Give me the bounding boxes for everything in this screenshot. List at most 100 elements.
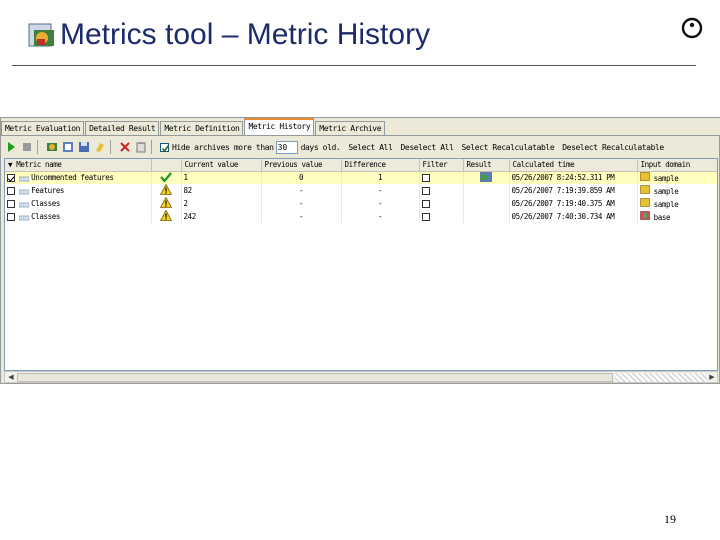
tab-bar: Metric Evaluation Detailed Result Metric… — [1, 118, 720, 136]
column-header-difference[interactable]: Difference — [341, 159, 420, 172]
sample-domain-icon — [639, 184, 650, 196]
column-header-metric-name[interactable]: ▼ Metric name — [5, 159, 152, 172]
current-value-cell: 2 — [181, 196, 262, 210]
calculated-time-cell: 05/26/2007 7:40:30.734 AM — [509, 209, 638, 223]
table-row[interactable]: Classes 242- -05/26/2007 7:40:30.734 AM ba… — [5, 209, 717, 223]
previous-value-cell: 0 — [261, 171, 342, 184]
current-value-cell: 1 — [181, 171, 262, 184]
metric-name: Features — [31, 185, 65, 195]
slide-title-area: Metrics tool – Metric History — [28, 18, 430, 52]
archive-icon[interactable] — [62, 141, 74, 153]
metric-name-cell[interactable]: Uncommented features — [5, 171, 152, 184]
metric-name-cell[interactable]: Features — [5, 183, 152, 197]
column-header-input-domain[interactable]: Input domain — [637, 159, 717, 172]
horizontal-scrollbar[interactable]: ◀ ▶ — [4, 371, 718, 383]
select-all-button[interactable]: Select All — [348, 143, 393, 152]
filter-checkbox[interactable] — [421, 199, 430, 208]
days-label: days old. — [300, 142, 341, 152]
input-domain-cell: base — [637, 209, 717, 223]
eth-logo-icon — [680, 16, 704, 40]
column-header-calculated-time[interactable]: Calculated time — [509, 159, 638, 172]
delete-icon[interactable] — [119, 141, 131, 153]
scrollbar-thumb[interactable] — [17, 373, 613, 382]
metric-icon — [18, 175, 30, 182]
table-row[interactable]: Features 82- -05/26/2007 7:19:39.859 AM sa… — [5, 183, 717, 197]
column-header-filter[interactable]: Filter — [419, 159, 464, 172]
warning-icon — [159, 196, 173, 210]
previous-value-cell: - — [261, 183, 342, 197]
sort-arrow-icon: ▼ — [8, 160, 17, 170]
recalculate-icon[interactable] — [46, 141, 58, 153]
column-header-current-value[interactable]: Current value — [181, 159, 262, 172]
tab-metric-evaluation[interactable]: Metric Evaluation — [1, 121, 85, 135]
metric-tool-window: Metric Evaluation Detailed Result Metric… — [0, 117, 720, 384]
deselect-recalculatable-button[interactable]: Deselect Recalculatable — [562, 143, 664, 152]
difference-cell: 1 — [341, 171, 420, 184]
deselect-all-button[interactable]: Deselect All — [401, 143, 454, 152]
page-title: Metrics tool – Metric History — [60, 18, 431, 51]
clean-icon[interactable] — [94, 141, 106, 153]
filter-cell — [419, 171, 464, 184]
page-number: 19 — [664, 512, 676, 526]
sample-domain-icon — [639, 197, 650, 209]
toolbar-separator — [151, 140, 152, 154]
input-domain: base — [653, 212, 671, 222]
difference-cell: - — [341, 196, 420, 210]
tab-detailed-result[interactable]: Detailed Result — [85, 121, 160, 135]
filter-checkbox[interactable] — [421, 186, 430, 195]
hide-archives-label: Hide archives more than — [172, 142, 274, 152]
days-input[interactable] — [275, 140, 298, 154]
metric-icon — [18, 214, 30, 220]
run-icon[interactable] — [5, 141, 17, 153]
checkmark-icon — [160, 171, 172, 184]
result-cell — [463, 209, 510, 223]
tab-metric-history[interactable]: Metric History — [244, 118, 315, 135]
table-row[interactable]: Classes 2- -05/26/2007 7:19:40.375 AM samp… — [5, 196, 717, 210]
calculated-time-cell: 05/26/2007 8:24:52.311 PM — [509, 171, 638, 184]
toolbar: Hide archives more than days old. Select… — [1, 137, 720, 157]
difference-cell: - — [341, 183, 420, 197]
filter-cell — [419, 196, 464, 210]
previous-value-cell: - — [261, 196, 342, 210]
filter-cell — [419, 209, 464, 223]
column-header-status[interactable] — [151, 159, 182, 172]
input-domain-cell: sample — [637, 183, 717, 197]
row-checkbox[interactable] — [7, 199, 15, 208]
result-cell — [463, 171, 510, 184]
hide-archives-checkbox[interactable] — [160, 142, 170, 152]
tab-metric-archive[interactable]: Metric Archive — [315, 121, 386, 135]
row-checkbox[interactable] — [7, 174, 15, 182]
result-cell — [463, 183, 510, 197]
input-domain-cell: sample — [637, 196, 717, 210]
status-cell — [151, 183, 182, 197]
select-recalculatable-button[interactable]: Select Recalculatable — [462, 143, 555, 152]
paste-icon[interactable] — [135, 141, 147, 153]
column-header-previous-value[interactable]: Previous value — [261, 159, 342, 172]
scroll-right-icon[interactable]: ▶ — [707, 373, 717, 382]
save-icon[interactable] — [78, 141, 90, 153]
stop-icon[interactable] — [21, 141, 33, 153]
tab-metric-definition[interactable]: Metric Definition — [160, 121, 244, 135]
table-row[interactable]: Uncommented features 1 0 1 05/26/2007 8:24:5… — [5, 171, 717, 184]
filter-cell — [419, 183, 464, 197]
status-cell — [151, 209, 182, 223]
input-domain-cell: sample — [637, 171, 717, 184]
status-cell — [151, 196, 182, 210]
metric-name-cell[interactable]: Classes — [5, 209, 152, 223]
table-header: ▼ Metric name Current value Previous val… — [5, 159, 717, 172]
metric-name: Uncommented features — [31, 173, 114, 182]
scrollbar-track[interactable] — [615, 373, 707, 382]
scroll-left-icon[interactable]: ◀ — [6, 373, 16, 382]
toolbar-separator — [37, 140, 38, 154]
row-checkbox[interactable] — [7, 212, 15, 221]
result-icon[interactable] — [480, 171, 492, 184]
column-header-result[interactable]: Result — [463, 159, 510, 172]
base-domain-icon — [639, 210, 650, 222]
previous-value-cell: - — [261, 209, 342, 223]
row-checkbox[interactable] — [7, 186, 15, 195]
filter-checkbox[interactable] — [421, 212, 430, 221]
filter-checkbox[interactable] — [421, 174, 430, 182]
metric-name-cell[interactable]: Classes — [5, 196, 152, 210]
metric-history-table: ▼ Metric name Current value Previous val… — [4, 158, 718, 371]
input-domain: sample — [653, 199, 679, 209]
